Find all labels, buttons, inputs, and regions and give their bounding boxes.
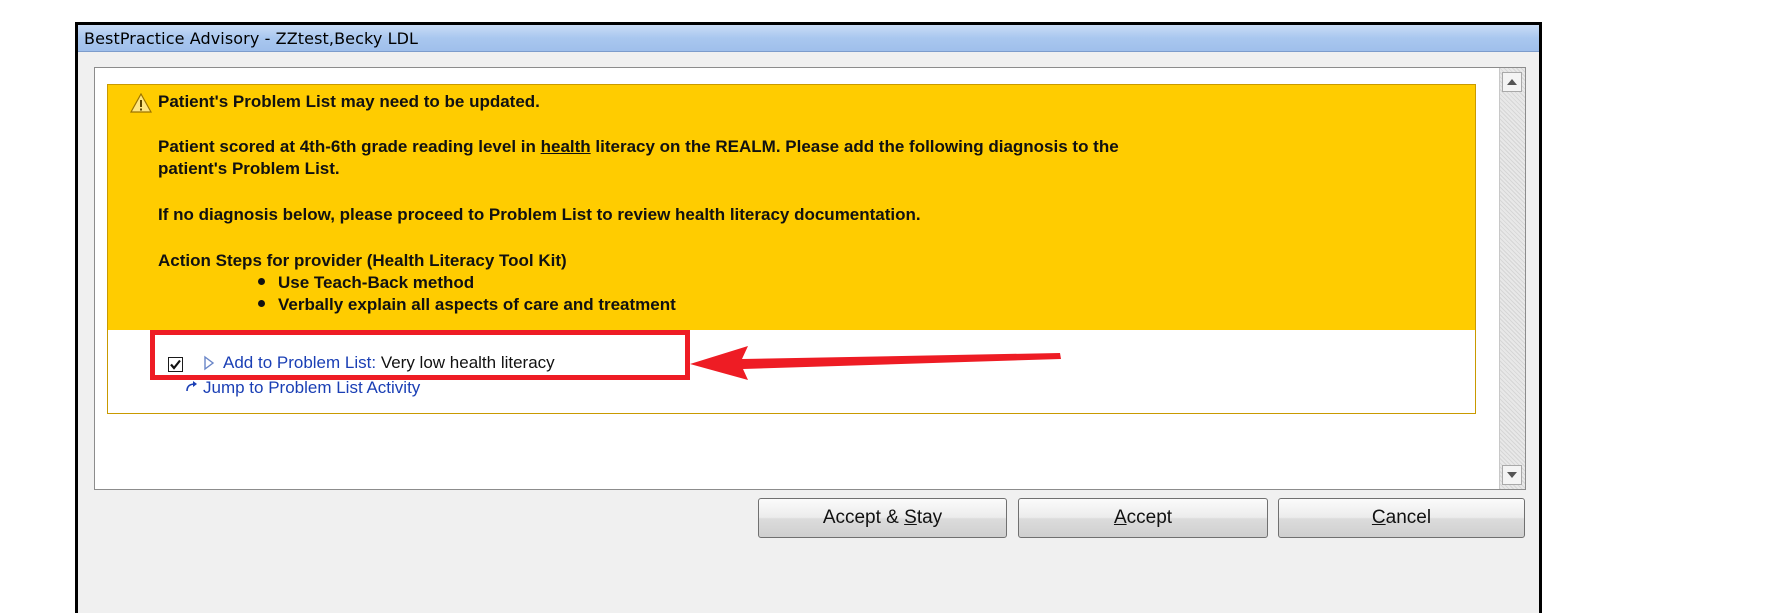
para1-text-b: literacy on the REALM. Please add the fo… <box>590 137 1119 156</box>
cancel-mnemonic: C <box>1371 507 1386 528</box>
cancel-button[interactable]: Cancel <box>1278 498 1525 538</box>
window-title: BestPractice Advisory - ZZtest,Becky LDL <box>84 29 419 48</box>
advisory-heading: Patient's Problem List may need to be up… <box>158 92 540 111</box>
scroll-up-icon <box>1507 79 1517 85</box>
vertical-scrollbar[interactable] <box>1499 68 1525 489</box>
action-step-text: Verbally explain all aspects of care and… <box>278 295 676 314</box>
advisory-message-area: Patient's Problem List may need to be up… <box>108 85 1475 330</box>
cancel-label-suffix: ancel <box>1385 507 1432 528</box>
bullet-dot <box>258 300 265 308</box>
advisory-window: BestPractice Advisory - ZZtest,Becky LDL… <box>75 22 1542 613</box>
action-steps-title: Action Steps for provider (Health Litera… <box>158 251 567 270</box>
accept-label-suffix: ccept <box>1126 507 1173 528</box>
accept-stay-mnemonic: S <box>904 507 917 528</box>
jump-arrow-icon[interactable] <box>184 381 198 393</box>
bullet-dot <box>258 278 265 286</box>
accept-stay-label-suffix: tay <box>916 507 943 528</box>
warning-icon <box>130 93 152 113</box>
jump-to-problem-list-link[interactable]: Jump to Problem List Activity <box>203 378 420 398</box>
health-link-text[interactable]: health <box>541 137 591 156</box>
scroll-down-icon <box>1507 472 1517 478</box>
action-step-item: Verbally explain all aspects of care and… <box>258 295 676 315</box>
accept-mnemonic: A <box>1113 507 1127 528</box>
action-step-text: Use Teach-Back method <box>278 273 475 292</box>
accept-and-stay-button[interactable]: Accept & Stay <box>758 498 1007 538</box>
scroll-down-button[interactable] <box>1502 465 1522 485</box>
annotation-arrow-icon <box>690 346 1061 380</box>
advisory-paragraph-1: Patient scored at 4th-6th grade reading … <box>158 137 1119 157</box>
advisory-paragraph-1-line2: patient's Problem List. <box>158 159 340 178</box>
accept-button[interactable]: Accept <box>1018 498 1268 538</box>
para1-text-a: Patient scored at 4th-6th grade reading … <box>158 137 541 156</box>
advisory-content-pane: Patient's Problem List may need to be up… <box>94 67 1526 490</box>
scroll-up-button[interactable] <box>1502 72 1522 92</box>
accept-stay-label-prefix: Accept & <box>822 507 905 528</box>
highlight-annotation-box <box>150 330 690 380</box>
advisory-paragraph-2: If no diagnosis below, please proceed to… <box>158 205 921 224</box>
action-step-item: Use Teach-Back method <box>258 273 474 293</box>
title-bar[interactable]: BestPractice Advisory - ZZtest,Becky LDL <box>78 25 1539 52</box>
